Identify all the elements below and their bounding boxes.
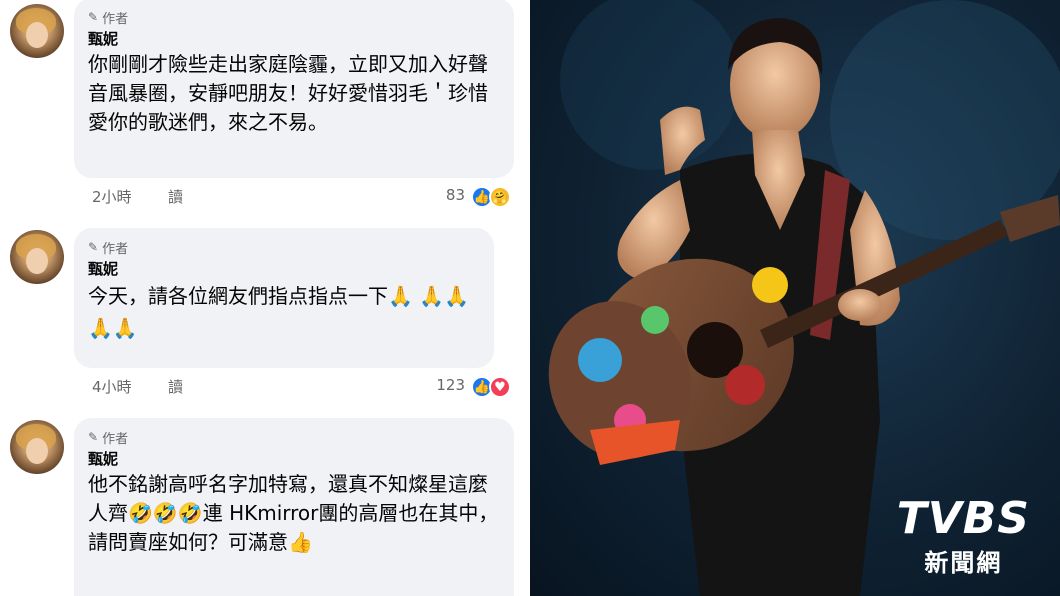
- pencil-icon: ✎: [88, 10, 99, 24]
- comment-meta: 2小時 讀 83 👍 🤗: [92, 186, 517, 208]
- comment-text: 今天，請各位網友們指点指点一下🙏 🙏🙏🙏🙏: [88, 284, 470, 340]
- pencil-icon: ✎: [88, 430, 99, 444]
- concert-photo: TVBS 新聞網: [530, 0, 1060, 596]
- read-label[interactable]: 讀: [168, 186, 183, 207]
- author-tag-label: 作者: [102, 11, 129, 27]
- tvbs-logo: TVBS: [896, 493, 1030, 544]
- commenter-name[interactable]: 甄妮: [88, 28, 500, 48]
- reaction-count[interactable]: 83: [446, 186, 465, 204]
- author-tag-label: 作者: [102, 241, 129, 257]
- tvbs-watermark: TVBS 新聞網: [897, 497, 1030, 578]
- comment-text: 你剛剛才險些走出家庭陰霾，立即又加入好聲音風暴圈，安靜吧朋友！好好愛惜羽毛＇珍惜…: [88, 52, 488, 134]
- care-icon[interactable]: 🤗: [489, 186, 511, 208]
- comment-bubble: ✎ 作者 甄妮 你剛剛才險些走出家庭陰霾，立即又加入好聲音風暴圈，安靜吧朋友！好…: [74, 0, 514, 178]
- commenter-name[interactable]: 甄妮: [88, 448, 500, 468]
- comment-text: 他不銘謝高呼名字加特寫，還真不知燦星這麼人齊🤣🤣🤣連 HKmirror團的高層也…: [88, 472, 499, 554]
- author-tag: ✎ 作者: [88, 238, 480, 257]
- read-label[interactable]: 讀: [168, 376, 183, 397]
- author-tag: ✎ 作者: [88, 8, 500, 27]
- comment-bubble: ✎ 作者 甄妮 他不銘謝高呼名字加特寫，還真不知燦星這麼人齊🤣🤣🤣連 HKmir…: [74, 418, 514, 596]
- comment-time[interactable]: 4小時: [92, 376, 132, 397]
- tvbs-subtitle: 新聞網: [924, 549, 1003, 577]
- comment-bubble: ✎ 作者 甄妮 今天，請各位網友們指点指点一下🙏 🙏🙏🙏🙏: [74, 228, 494, 368]
- comment-meta: 4小時 讀 123 👍 ♥: [92, 376, 517, 398]
- avatar[interactable]: [10, 420, 64, 474]
- avatar[interactable]: [10, 230, 64, 284]
- heart-icon[interactable]: ♥: [489, 376, 511, 398]
- author-tag-label: 作者: [102, 431, 129, 447]
- commenter-name[interactable]: 甄妮: [88, 258, 480, 278]
- pencil-icon: ✎: [88, 240, 99, 254]
- comments-panel: ✎ 作者 甄妮 你剛剛才險些走出家庭陰霾，立即又加入好聲音風暴圈，安靜吧朋友！好…: [0, 0, 530, 596]
- reaction-count[interactable]: 123: [436, 376, 465, 394]
- avatar[interactable]: [10, 4, 64, 58]
- comment-time[interactable]: 2小時: [92, 186, 132, 207]
- author-tag: ✎ 作者: [88, 428, 500, 447]
